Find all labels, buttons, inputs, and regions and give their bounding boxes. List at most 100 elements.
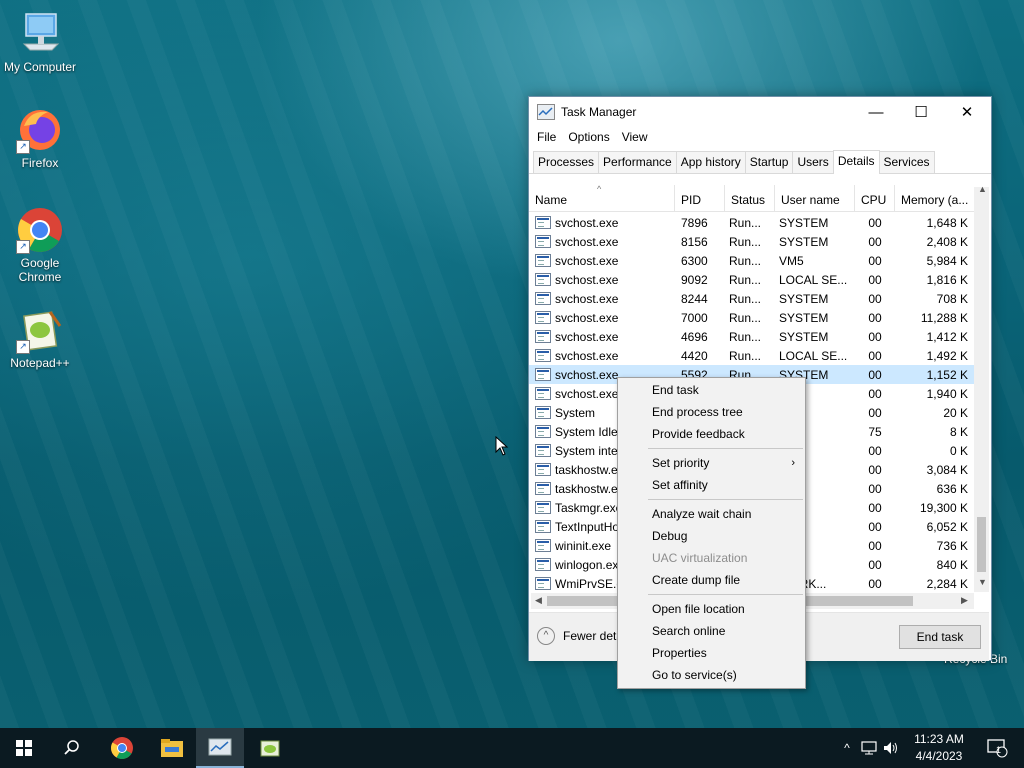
desktop-icon-my-computer[interactable]: My Computer [0, 10, 80, 74]
vertical-scroll-thumb[interactable] [977, 517, 986, 572]
cell-memory: 2,284 K [926, 576, 968, 591]
menu-options[interactable]: Options [562, 130, 615, 144]
scroll-up-icon[interactable]: ▲ [978, 184, 987, 194]
process-icon [535, 558, 551, 571]
cell-memory: 6,052 K [926, 519, 968, 534]
process-icon [535, 501, 551, 514]
process-name: TextInputHos [555, 519, 626, 534]
scroll-down-icon[interactable]: ▼ [978, 577, 987, 587]
table-row[interactable]: svchost.exe 7896 Run... SYSTEM 00 1,648 K [529, 213, 974, 232]
end-task-button[interactable]: End task [899, 625, 981, 649]
column-header-memory[interactable]: Memory (a... [895, 185, 974, 211]
process-icon [535, 577, 551, 590]
taskbar-chrome[interactable] [98, 728, 146, 768]
desktop-icon-chrome[interactable]: ↗ Google Chrome [0, 206, 80, 284]
menu-item-properties[interactable]: Properties [618, 642, 805, 664]
clock[interactable]: 11:23 AM 4/4/2023 [904, 731, 974, 765]
cell-pid: 8156 [681, 234, 708, 249]
desktop-icon-notepadpp[interactable]: ↗ Notepad++ [0, 306, 80, 370]
cell-name: svchost.exe [529, 216, 675, 230]
cell-memory: 20 K [943, 405, 968, 420]
title-bar[interactable]: Task Manager — ☐ ✕ [529, 97, 991, 127]
column-header-pid[interactable]: PID [675, 185, 725, 211]
process-name: svchost.exe [555, 329, 619, 344]
taskbar-file-explorer[interactable] [148, 728, 196, 768]
cell-pid: 9092 [681, 272, 708, 287]
minimize-button[interactable]: — [853, 97, 899, 127]
taskbar-task-manager[interactable] [196, 728, 244, 768]
search-button[interactable] [48, 728, 96, 768]
chrome-icon [111, 737, 133, 759]
system-tray: ^ [838, 728, 900, 768]
maximize-button[interactable]: ☐ [898, 97, 944, 127]
network-icon[interactable] [860, 740, 878, 756]
cell-cpu: 00 [868, 500, 882, 515]
table-row[interactable]: svchost.exe 9092 Run... LOCAL SE... 00 1,816 … [529, 270, 974, 289]
menu-item-search-online[interactable]: Search online [618, 620, 805, 642]
cell-cpu: 00 [868, 348, 882, 363]
process-icon [535, 273, 551, 286]
table-row[interactable]: svchost.exe 4420 Run... LOCAL SE... 00 1,492 … [529, 346, 974, 365]
cell-user: VM5 [779, 253, 804, 268]
cell-memory: 2,408 K [926, 234, 968, 249]
menu-item-analyze-wait-chain[interactable]: Analyze wait chain [618, 503, 805, 525]
menu-item-uac-virtualization: UAC virtualization [652, 551, 748, 565]
menu-item-create-dump-file[interactable]: Create dump file [618, 569, 805, 591]
shortcut-arrow-icon: ↗ [16, 240, 30, 254]
scroll-left-icon[interactable]: ◀ [535, 595, 542, 606]
menu-item-end-task[interactable]: End task [618, 379, 805, 401]
menu-item-go-to-services[interactable]: Go to service(s) [618, 664, 805, 686]
chevron-up-icon[interactable]: ^ [838, 741, 856, 755]
tab-services[interactable]: Services [878, 151, 935, 173]
scroll-right-icon[interactable]: ▶ [961, 595, 968, 606]
table-row[interactable]: svchost.exe 8156 Run... SYSTEM 00 2,408 K [529, 232, 974, 251]
process-name: svchost.exe [555, 253, 619, 268]
minimize-icon: — [868, 103, 884, 121]
tab-users[interactable]: Users [792, 151, 834, 173]
cell-status: Run... [729, 291, 762, 306]
tab-startup[interactable]: Startup [744, 151, 794, 173]
cell-user: SYSTEM [779, 310, 829, 325]
tab-performance[interactable]: Performance [598, 151, 677, 173]
table-row[interactable]: svchost.exe 7000 Run... SYSTEM 00 11,288 K [529, 308, 974, 327]
start-button[interactable] [0, 728, 48, 768]
menu-item-open-file-location[interactable]: Open file location [618, 598, 805, 620]
menu-file[interactable]: File [531, 130, 562, 144]
tab-details[interactable]: Details [832, 150, 880, 174]
process-icon [535, 444, 551, 457]
column-header-status[interactable]: Status [725, 185, 775, 211]
table-row[interactable]: svchost.exe 8244 Run... SYSTEM 00 708 K [529, 289, 974, 308]
column-header-user[interactable]: User name [775, 185, 855, 211]
cell-memory: 708 K [936, 291, 968, 306]
clock-time: 11:23 AM [914, 732, 964, 746]
cell-status: Run... [729, 348, 762, 363]
table-row[interactable]: svchost.exe 6300 Run... VM5 00 5,984 K [529, 251, 974, 270]
menu-item-end-process-tree[interactable]: End process tree [618, 401, 805, 423]
vertical-scrollbar[interactable]: ▲ ▼ [974, 184, 989, 592]
cell-status: Run... [729, 215, 762, 230]
table-row[interactable]: svchost.exe 4696 Run... SYSTEM 00 1,412 K [529, 327, 974, 346]
desktop-icon-firefox[interactable]: ↗ Firefox [0, 106, 80, 170]
column-header-cpu[interactable]: CPU [855, 185, 895, 211]
cell-status: Run... [729, 272, 762, 287]
menu-item-debug[interactable]: Debug [618, 525, 805, 547]
menu-item-provide-feedback[interactable]: Provide feedback [618, 423, 805, 445]
tab-processes[interactable]: Processes [533, 151, 600, 173]
cell-cpu: 00 [868, 272, 882, 287]
tab-bar: Processes Performance App history Startu… [529, 149, 991, 174]
cell-memory: 1,816 K [926, 272, 968, 287]
cell-cpu: 00 [868, 557, 882, 572]
menu-view[interactable]: View [616, 130, 654, 144]
taskbar-notepadpp[interactable] [246, 728, 294, 768]
cell-memory: 8 K [949, 424, 968, 439]
volume-icon[interactable] [882, 740, 900, 756]
cell-memory: 1,648 K [926, 215, 968, 230]
notifications-button[interactable]: 1 [982, 728, 1012, 768]
folder-icon [161, 739, 183, 757]
column-header-name[interactable]: Name ^ [529, 185, 675, 211]
close-button[interactable]: ✕ [944, 97, 990, 127]
tab-app-history[interactable]: App history [675, 151, 746, 173]
menu-item-set-affinity[interactable]: Set affinity [618, 474, 805, 496]
cell-user: SYSTEM [779, 291, 829, 306]
menu-item-set-priority[interactable]: Set priority › [618, 452, 805, 474]
